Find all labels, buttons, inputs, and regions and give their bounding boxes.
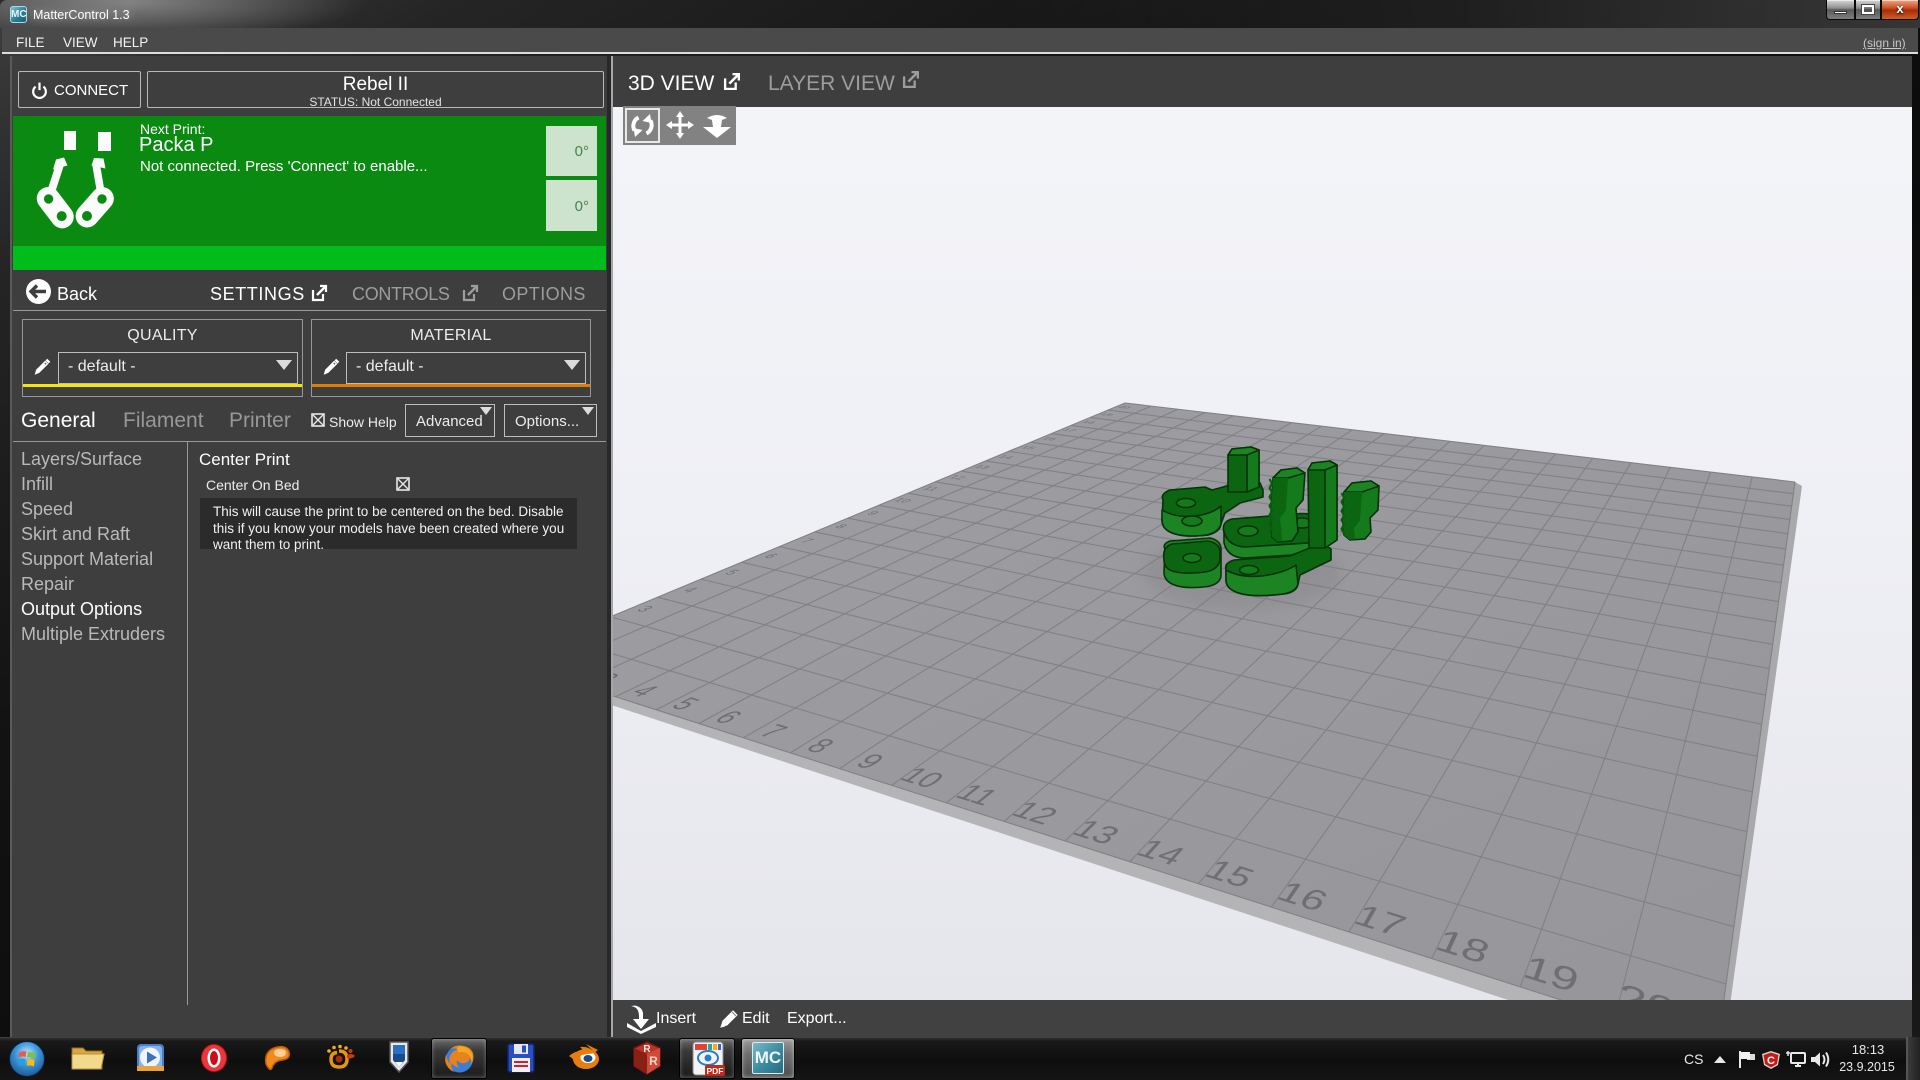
svg-text:R: R — [649, 1054, 658, 1068]
svg-text:C: C — [1767, 1055, 1775, 1067]
svg-text:PDF: PDF — [707, 1066, 724, 1076]
